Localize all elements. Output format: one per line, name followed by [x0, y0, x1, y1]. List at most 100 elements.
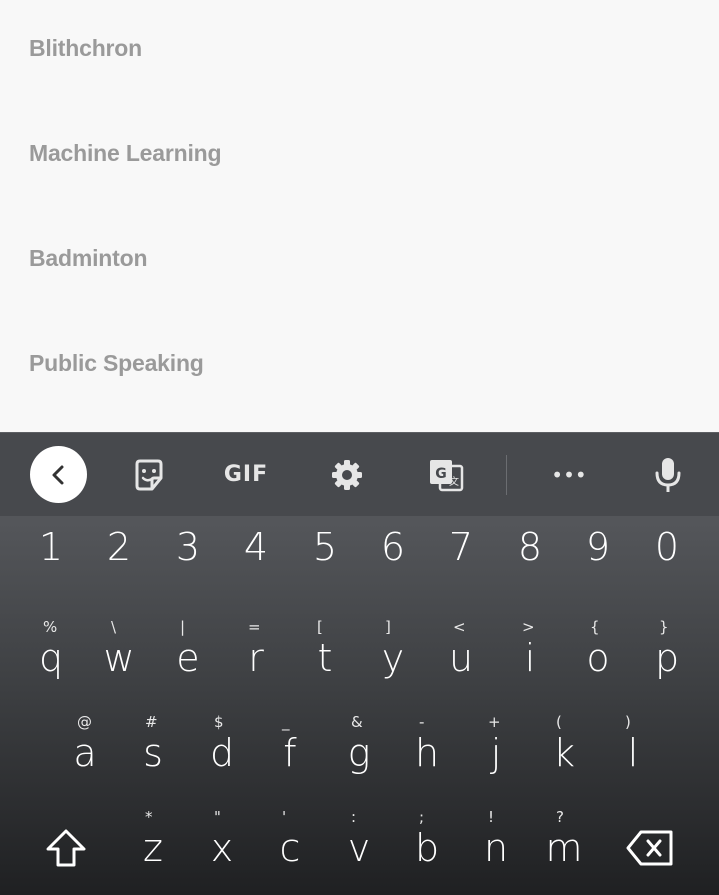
key-7[interactable]: 7	[427, 515, 495, 610]
key-hint: >	[522, 618, 535, 636]
key-label: w	[103, 636, 135, 680]
key-0[interactable]: 0	[633, 515, 701, 610]
key-label: i	[524, 636, 536, 680]
key-label: 8	[517, 525, 543, 569]
key-c[interactable]: ' c	[256, 800, 324, 895]
key-label: z	[143, 826, 163, 870]
key-p[interactable]: } p	[633, 610, 701, 705]
key-label: p	[654, 636, 680, 680]
key-hint: $	[214, 713, 224, 731]
topic-list: Blithchron Machine Learning Badminton Pu…	[0, 0, 719, 432]
key-label: 6	[380, 525, 406, 569]
list-item[interactable]: Machine Learning	[29, 140, 222, 167]
key-label: g	[347, 731, 371, 775]
key-label: 1	[38, 525, 64, 569]
key-q[interactable]: % q	[17, 610, 85, 705]
back-icon	[52, 465, 63, 484]
key-hint: @	[77, 713, 92, 731]
key-label: b	[414, 826, 440, 870]
key-hint: |	[180, 618, 186, 636]
key-2[interactable]: 2	[85, 515, 153, 610]
key-w[interactable]: \ w	[85, 610, 153, 705]
list-item[interactable]: Public Speaking	[29, 350, 204, 377]
key-z[interactable]: * z	[119, 800, 187, 895]
list-item[interactable]: Badminton	[29, 245, 148, 272]
key-g[interactable]: & g	[325, 705, 393, 800]
key-h[interactable]: -h	[393, 705, 461, 800]
translate-button[interactable]: G 文	[424, 433, 468, 516]
key-label: a	[73, 731, 97, 775]
key-v[interactable]: :v	[325, 800, 393, 895]
key-y[interactable]: ] y	[359, 610, 427, 705]
shift-key[interactable]	[30, 800, 102, 895]
gif-icon: GIF	[223, 462, 269, 487]
key-hint: {	[590, 618, 600, 636]
key-i[interactable]: > i	[496, 610, 564, 705]
key-s[interactable]: # s	[119, 705, 187, 800]
key-label: m	[545, 826, 583, 870]
backspace-key[interactable]	[612, 800, 688, 895]
key-label: x	[210, 826, 234, 870]
letter-row-1: % q \ w | e = r [t ] y < u > i {o } p	[0, 610, 719, 705]
key-hint: %	[43, 618, 58, 636]
voice-input-button[interactable]	[644, 433, 692, 516]
back-button[interactable]	[30, 446, 87, 503]
key-a[interactable]: @ a	[51, 705, 119, 800]
key-label: v	[347, 826, 371, 870]
key-hint: _	[282, 713, 290, 731]
key-hint: ;	[419, 808, 425, 826]
backspace-icon	[626, 830, 673, 865]
sticker-icon	[135, 459, 163, 490]
key-label: 0	[654, 525, 680, 569]
key-label: f	[283, 731, 297, 775]
key-x[interactable]: " x	[188, 800, 256, 895]
key-label: r	[248, 636, 264, 680]
key-label: e	[176, 636, 200, 680]
keyboard-toolbar: GIF G 文 •••	[0, 432, 719, 516]
key-label: c	[279, 826, 301, 870]
translate-icon: G 文	[430, 459, 464, 491]
key-label: 9	[585, 525, 611, 569]
sticker-button[interactable]	[125, 433, 173, 516]
toolbar-divider	[506, 455, 507, 495]
key-hint: "	[214, 808, 221, 826]
list-item[interactable]: Blithchron	[29, 35, 142, 62]
key-n[interactable]: ! n	[462, 800, 530, 895]
key-d[interactable]: $ d	[188, 705, 256, 800]
key-5[interactable]: 5	[291, 515, 359, 610]
key-l[interactable]: ) l	[599, 705, 667, 800]
key-b[interactable]: ; b	[393, 800, 461, 895]
key-label: 7	[448, 525, 474, 569]
key-label: k	[552, 731, 575, 775]
key-hint: [	[317, 618, 323, 636]
key-1[interactable]: 1	[17, 515, 85, 610]
key-u[interactable]: < u	[427, 610, 495, 705]
more-button[interactable]: •••	[544, 433, 594, 516]
key-hint: }	[659, 618, 669, 636]
key-4[interactable]: 4	[222, 515, 290, 610]
gif-button[interactable]: GIF	[218, 433, 274, 516]
key-label: l	[627, 731, 639, 775]
key-hint: :	[351, 808, 357, 826]
key-hint: '	[282, 808, 287, 826]
key-hint: =	[248, 618, 261, 636]
key-e[interactable]: | e	[154, 610, 222, 705]
key-6[interactable]: 6	[359, 515, 427, 610]
key-label: 2	[106, 525, 132, 569]
key-hint: <	[453, 618, 466, 636]
key-r[interactable]: = r	[222, 610, 290, 705]
key-t[interactable]: [t	[291, 610, 359, 705]
key-9[interactable]: 9	[564, 515, 632, 610]
key-o[interactable]: {o	[564, 610, 632, 705]
svg-text:G: G	[435, 466, 447, 482]
key-label: j	[490, 731, 502, 775]
key-3[interactable]: 3	[154, 515, 222, 610]
key-m[interactable]: ? m	[530, 800, 598, 895]
settings-button[interactable]	[325, 433, 369, 516]
key-f[interactable]: _ f	[256, 705, 324, 800]
key-j[interactable]: + j	[462, 705, 530, 800]
key-8[interactable]: 8	[496, 515, 564, 610]
key-k[interactable]: (k	[530, 705, 598, 800]
key-hint: *	[145, 808, 153, 826]
mic-icon	[655, 457, 681, 492]
